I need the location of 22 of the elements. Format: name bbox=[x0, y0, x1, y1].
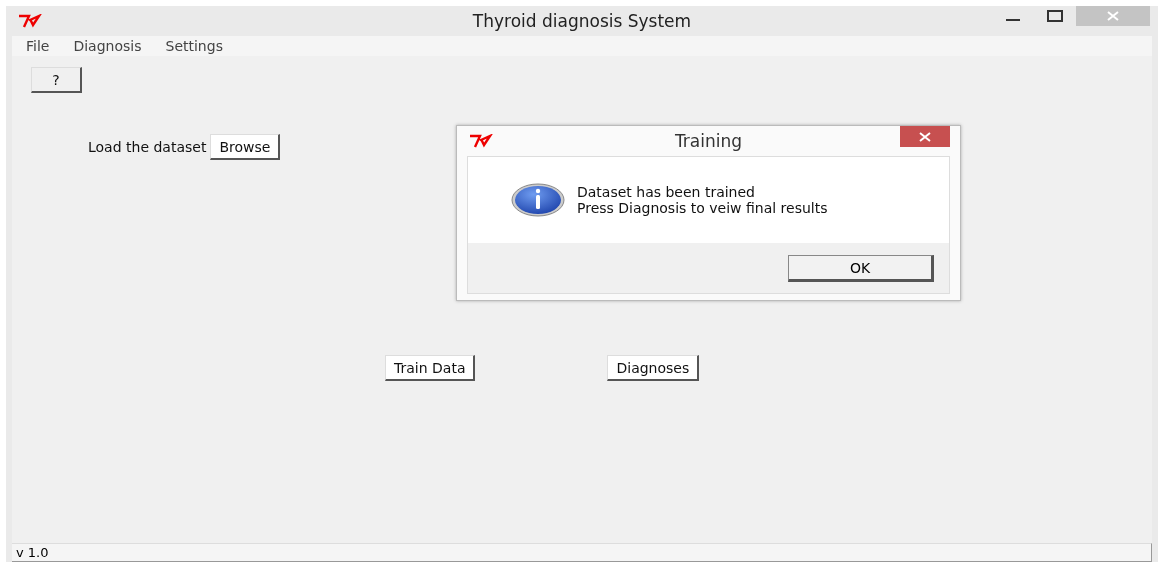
message-text: Press Diagnosis to veiw final results bbox=[577, 200, 828, 216]
dialog-title: Training bbox=[674, 131, 743, 151]
maximize-icon bbox=[1047, 10, 1063, 22]
feather-logo-icon bbox=[469, 134, 493, 148]
close-button[interactable] bbox=[900, 126, 950, 147]
menu-item[interactable]: File bbox=[26, 38, 50, 54]
window-title: Thyroid diagnosis System bbox=[472, 11, 692, 31]
close-icon bbox=[918, 131, 932, 142]
message-text: Dataset has been trained bbox=[577, 184, 756, 200]
action-button[interactable]: Train Data bbox=[385, 355, 476, 381]
info-icon bbox=[511, 183, 565, 217]
browse-button[interactable]: Browse bbox=[210, 134, 281, 160]
minimize-icon bbox=[1006, 19, 1020, 21]
help-button[interactable]: ? bbox=[31, 67, 82, 93]
close-icon bbox=[1106, 11, 1120, 21]
action-button[interactable]: Diagnoses bbox=[607, 355, 700, 381]
menu-item[interactable]: Diagnosis bbox=[73, 38, 142, 54]
feather-logo-icon bbox=[18, 14, 42, 28]
ok-button[interactable]: OK bbox=[788, 255, 934, 282]
load-label: Load the dataset bbox=[88, 139, 207, 155]
version-text: v 1.0 bbox=[16, 545, 49, 560]
menu-item[interactable]: Settings bbox=[165, 38, 223, 54]
